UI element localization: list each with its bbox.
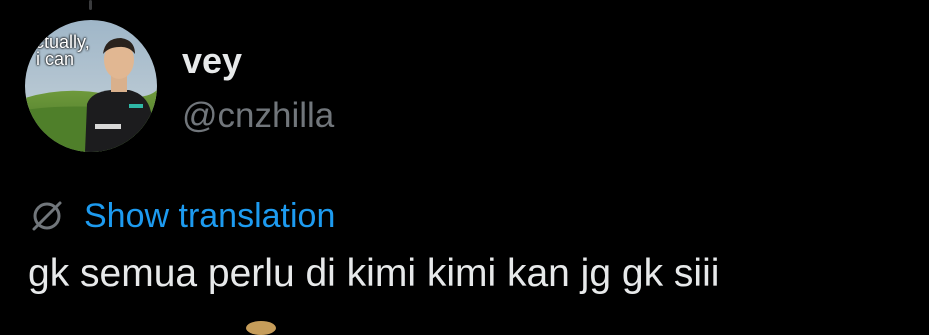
user-handle[interactable]: @cnzhilla	[182, 96, 334, 136]
avatar-caption: actually, i can	[25, 32, 90, 69]
next-element-peek	[246, 321, 276, 335]
show-translation-button[interactable]: Show translation	[28, 196, 335, 236]
globe-off-icon	[28, 197, 66, 235]
display-name[interactable]: vey	[182, 40, 242, 82]
thread-connector-line	[89, 0, 92, 10]
show-translation-label: Show translation	[84, 196, 336, 235]
avatar[interactable]: actually, i can	[25, 20, 157, 152]
tweet-text: gk semua perlu di kimi kimi kan jg gk si…	[28, 252, 720, 295]
